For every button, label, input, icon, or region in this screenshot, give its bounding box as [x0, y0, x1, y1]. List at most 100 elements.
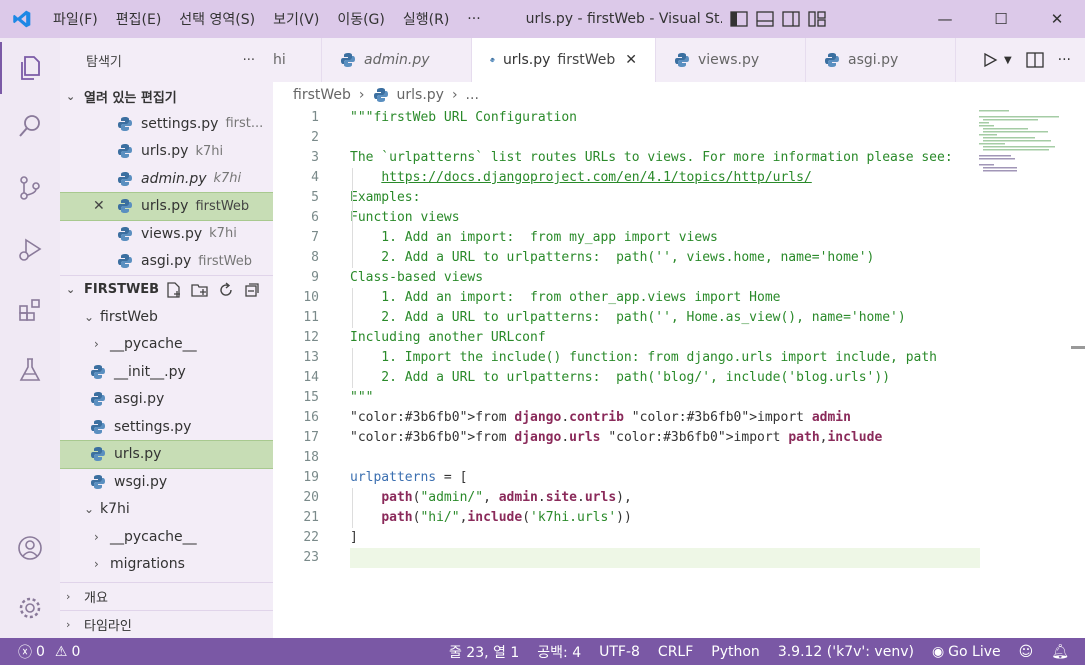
line-number: 10 — [303, 290, 319, 305]
menu-view[interactable]: 보기(V) — [264, 9, 328, 29]
open-editor-folder: first... — [225, 116, 264, 132]
open-editor-item-active[interactable]: ✕ urls.py firstWeb — [60, 191, 273, 221]
settings-gear-icon[interactable] — [0, 582, 60, 634]
code-line: 1. Import the include() function: from d… — [350, 350, 937, 365]
new-file-icon[interactable] — [165, 281, 183, 299]
refresh-icon[interactable] — [217, 281, 235, 299]
outline-header[interactable]: › 개요 — [60, 582, 273, 610]
code-line: 2. Add a URL to urlpatterns: path('', Ho… — [350, 310, 906, 325]
error-icon: ⓧ — [18, 644, 32, 661]
tab-views[interactable]: views.py — [656, 38, 806, 82]
explorer-more-icon[interactable]: ··· — [243, 53, 255, 68]
go-live-label: Go Live — [948, 643, 1001, 660]
line-number: 21 — [303, 510, 319, 525]
source-control-icon[interactable] — [0, 162, 60, 214]
line-number: 17 — [303, 430, 319, 445]
new-folder-icon[interactable] — [191, 281, 209, 299]
tab-admin[interactable]: admin.py — [322, 38, 472, 82]
breadcrumb-more[interactable]: ... — [466, 87, 479, 103]
tree-file[interactable]: settings.py — [60, 413, 273, 441]
go-live-button[interactable]: ◉ Go Live — [923, 644, 1010, 660]
collapse-all-icon[interactable] — [243, 281, 261, 299]
workspace-header[interactable]: ⌄ FIRSTWEB — [60, 275, 273, 303]
open-editor-item[interactable]: asgi.py firstWeb — [60, 248, 273, 276]
window-controls: — ☐ ✕ — [917, 0, 1085, 38]
explorer-icon[interactable] — [0, 42, 60, 94]
python-file-icon — [341, 53, 355, 67]
timeline-header[interactable]: › 타임라인 — [60, 610, 273, 638]
open-editor-name: admin.py — [141, 170, 207, 187]
tree-file[interactable]: wsgi.py — [60, 468, 273, 496]
menu-edit[interactable]: 편집(E) — [107, 9, 171, 29]
minimap[interactable] — [979, 108, 1063, 198]
cursor-position[interactable]: 줄 23, 열 1 — [440, 642, 528, 662]
tree-file[interactable]: __init__.py — [60, 358, 273, 386]
tree-folder[interactable]: › __pycache__ — [60, 331, 273, 359]
tab-label: admin.py — [364, 52, 430, 68]
open-editor-item[interactable]: views.py k7hi — [60, 220, 273, 248]
close-window-button[interactable]: ✕ — [1029, 0, 1085, 38]
encoding[interactable]: UTF-8 — [590, 644, 649, 660]
end-of-line[interactable]: CRLF — [649, 644, 702, 660]
more-actions-icon[interactable]: ··· — [1058, 52, 1071, 68]
close-tab-icon[interactable]: ✕ — [625, 52, 637, 68]
open-editor-item[interactable]: urls.py k7hi — [60, 138, 273, 166]
split-editor-icon[interactable] — [1025, 52, 1044, 68]
chevron-down-icon: ⌄ — [84, 502, 95, 517]
tree-file-selected[interactable]: urls.py — [60, 439, 273, 469]
menu-selection[interactable]: 선택 영역(S) — [170, 9, 264, 29]
python-file-icon — [118, 171, 132, 186]
line-number: 14 — [303, 370, 319, 385]
explorer-sidebar: 탐색기 ··· ⌄ 열려 있는 편집기 settings.py first... … — [60, 38, 273, 638]
tree-file[interactable]: asgi.py — [60, 386, 273, 414]
language-mode[interactable]: Python — [702, 644, 769, 660]
scroll-cursor-marker — [1071, 346, 1085, 349]
notifications-bell-icon[interactable]: 🔔︎ — [1042, 644, 1085, 660]
customize-layout-icon[interactable] — [808, 11, 826, 27]
menu-run[interactable]: 실행(R) — [394, 9, 458, 29]
warning-count: 0 — [71, 643, 81, 660]
run-debug-icon[interactable] — [0, 224, 60, 276]
tab-k7hi-urls[interactable]: hi — [273, 38, 322, 82]
maximize-button[interactable]: ☐ — [973, 0, 1029, 38]
toggle-panel-icon[interactable] — [756, 11, 774, 27]
python-interpreter[interactable]: 3.9.12 ('k7v': venv) — [769, 644, 923, 660]
vertical-scrollbar[interactable] — [1071, 108, 1085, 638]
toggle-secondary-sidebar-icon[interactable] — [782, 11, 800, 27]
tree-label: __pycache__ — [110, 528, 197, 545]
open-editors-header[interactable]: ⌄ 열려 있는 편집기 — [60, 82, 273, 110]
menu-go[interactable]: 이동(G) — [328, 9, 394, 29]
run-python-file-icon[interactable] — [982, 52, 998, 68]
indentation[interactable]: 공백: 4 — [528, 642, 590, 662]
status-bar: ⓧ 0 ⚠ 0 줄 23, 열 1 공백: 4 UTF-8 CRLF Python … — [0, 638, 1085, 665]
tree-folder[interactable]: ⌄ k7hi — [60, 496, 273, 524]
accounts-icon[interactable] — [0, 522, 60, 574]
menu-more[interactable]: ··· — [458, 11, 489, 27]
tree-folder[interactable]: ⌄ firstWeb — [60, 303, 273, 331]
python-file-icon — [675, 53, 689, 67]
extensions-icon[interactable] — [0, 284, 60, 336]
breadcrumb-folder[interactable]: firstWeb — [293, 87, 351, 103]
breadcrumb-file[interactable]: urls.py — [397, 87, 444, 103]
open-editor-item[interactable]: admin.py k7hi — [60, 165, 273, 193]
problems-indicator[interactable]: ⓧ 0 ⚠ 0 — [0, 642, 89, 662]
open-editor-item[interactable]: settings.py first... — [60, 110, 273, 138]
minimize-button[interactable]: — — [917, 0, 973, 38]
feedback-icon[interactable]: ☺ — [1010, 644, 1043, 660]
toggle-sidebar-icon[interactable] — [730, 11, 748, 27]
tab-asgi[interactable]: asgi.py — [806, 38, 956, 82]
workspace-title: FIRSTWEB — [84, 282, 160, 297]
tree-folder[interactable]: › __pycache__ — [60, 523, 273, 551]
search-icon[interactable] — [0, 100, 60, 152]
tab-urls-active[interactable]: urls.py firstWeb ✕ — [472, 38, 656, 82]
code-line: "color:#3b6fb0">from django.contrib "col… — [350, 410, 851, 425]
close-editor-icon[interactable]: ✕ — [93, 198, 105, 214]
testing-flask-icon[interactable] — [0, 344, 60, 396]
menu-file[interactable]: 파일(F) — [44, 9, 107, 29]
line-number: 20 — [303, 490, 319, 505]
line-number: 23 — [303, 550, 319, 565]
run-options-chevron-icon[interactable]: ▼ — [1004, 55, 1012, 66]
python-file-icon — [373, 88, 388, 102]
line-number: 13 — [303, 350, 319, 365]
tree-folder[interactable]: › migrations — [60, 551, 273, 579]
